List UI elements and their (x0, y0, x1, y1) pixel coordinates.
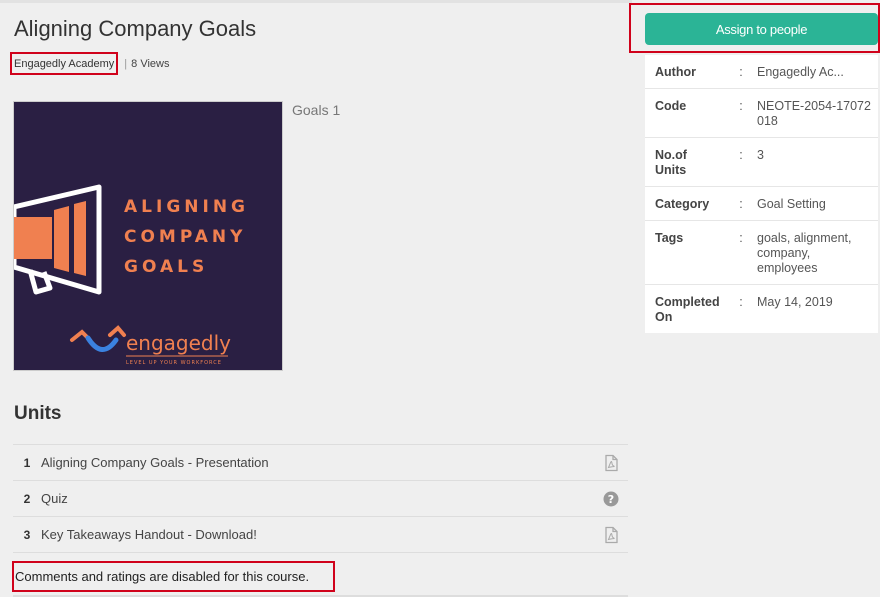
unit-caption: Goals 1 (292, 102, 341, 118)
detail-row-author: Author : Engagedly Ac... (645, 55, 878, 89)
detail-value: Engagedly Ac... (757, 65, 844, 79)
unit-row[interactable]: 2 Quiz ? (13, 481, 628, 517)
detail-label: Category (655, 197, 710, 211)
course-meta: Engagedly Academy | 8 Views (10, 52, 169, 75)
unit-title[interactable]: Quiz (41, 491, 628, 506)
detail-label: Completed On (655, 295, 720, 324)
detail-value: May 14, 2019 (757, 295, 833, 309)
detail-label: Author (655, 65, 696, 79)
course-thumbnail: ALIGNING COMPANY GOALS engagedly LEVEL U… (13, 101, 283, 371)
detail-colon: : (739, 231, 743, 245)
detail-colon: : (739, 99, 743, 113)
logo-wordmark: engagedly (126, 331, 231, 355)
pdf-icon[interactable] (602, 454, 620, 472)
detail-row-units: No.of Units : 3 (645, 138, 878, 187)
detail-colon: : (739, 65, 743, 79)
thumb-line-1: ALIGNING (124, 197, 249, 217)
unit-title[interactable]: Key Takeaways Handout - Download! (41, 527, 628, 542)
academy-link[interactable]: Engagedly Academy (10, 52, 119, 75)
unit-number: 1 (23, 455, 31, 470)
detail-value: Goal Setting (757, 197, 826, 211)
comments-disabled-notice: Comments and ratings are disabled for th… (12, 561, 335, 592)
unit-row[interactable]: 3 Key Takeaways Handout - Download! (13, 517, 628, 553)
meta-separator: | (124, 57, 128, 70)
detail-row-code: Code : NEOTE-2054-17072018 (645, 89, 878, 138)
course-details-panel: Author : Engagedly Ac... Code : NEOTE-20… (645, 55, 878, 333)
detail-colon: : (739, 197, 743, 211)
detail-colon: : (739, 148, 743, 162)
detail-row-tags: Tags : goals, alignment, company, employ… (645, 221, 878, 285)
unit-number: 2 (23, 491, 31, 506)
help-icon[interactable]: ? (602, 490, 620, 508)
detail-value: goals, alignment, company, employees (757, 231, 852, 275)
svg-text:?: ? (608, 493, 614, 506)
units-heading: Units (14, 403, 62, 424)
thumb-line-2: COMPANY (124, 227, 246, 247)
detail-value: NEOTE-2054-17072018 (757, 99, 871, 128)
pdf-icon[interactable] (602, 526, 620, 544)
views-count: 8 Views (131, 57, 170, 70)
detail-label: Code (655, 99, 687, 113)
detail-row-category: Category : Goal Setting (645, 187, 878, 221)
page-title: Aligning Company Goals (14, 16, 257, 41)
detail-colon: : (739, 295, 743, 309)
thumbnail-art: ALIGNING COMPANY GOALS engagedly LEVEL U… (14, 102, 282, 370)
unit-number: 3 (23, 527, 31, 542)
units-list: 1 Aligning Company Goals - Presentation … (13, 444, 628, 553)
detail-value: 3 (757, 148, 764, 162)
unit-row[interactable]: 1 Aligning Company Goals - Presentation (13, 445, 628, 481)
thumb-line-3: GOALS (124, 257, 208, 277)
detail-label: No.of Units (655, 148, 687, 177)
unit-title[interactable]: Aligning Company Goals - Presentation (41, 455, 628, 470)
top-divider (0, 0, 632, 3)
logo-tagline: LEVEL UP YOUR WORKFORCE (126, 360, 222, 366)
detail-label: Tags (655, 231, 684, 245)
detail-row-completed: Completed On : May 14, 2019 (645, 285, 878, 333)
assign-to-people-button[interactable]: Assign to people (645, 13, 878, 45)
